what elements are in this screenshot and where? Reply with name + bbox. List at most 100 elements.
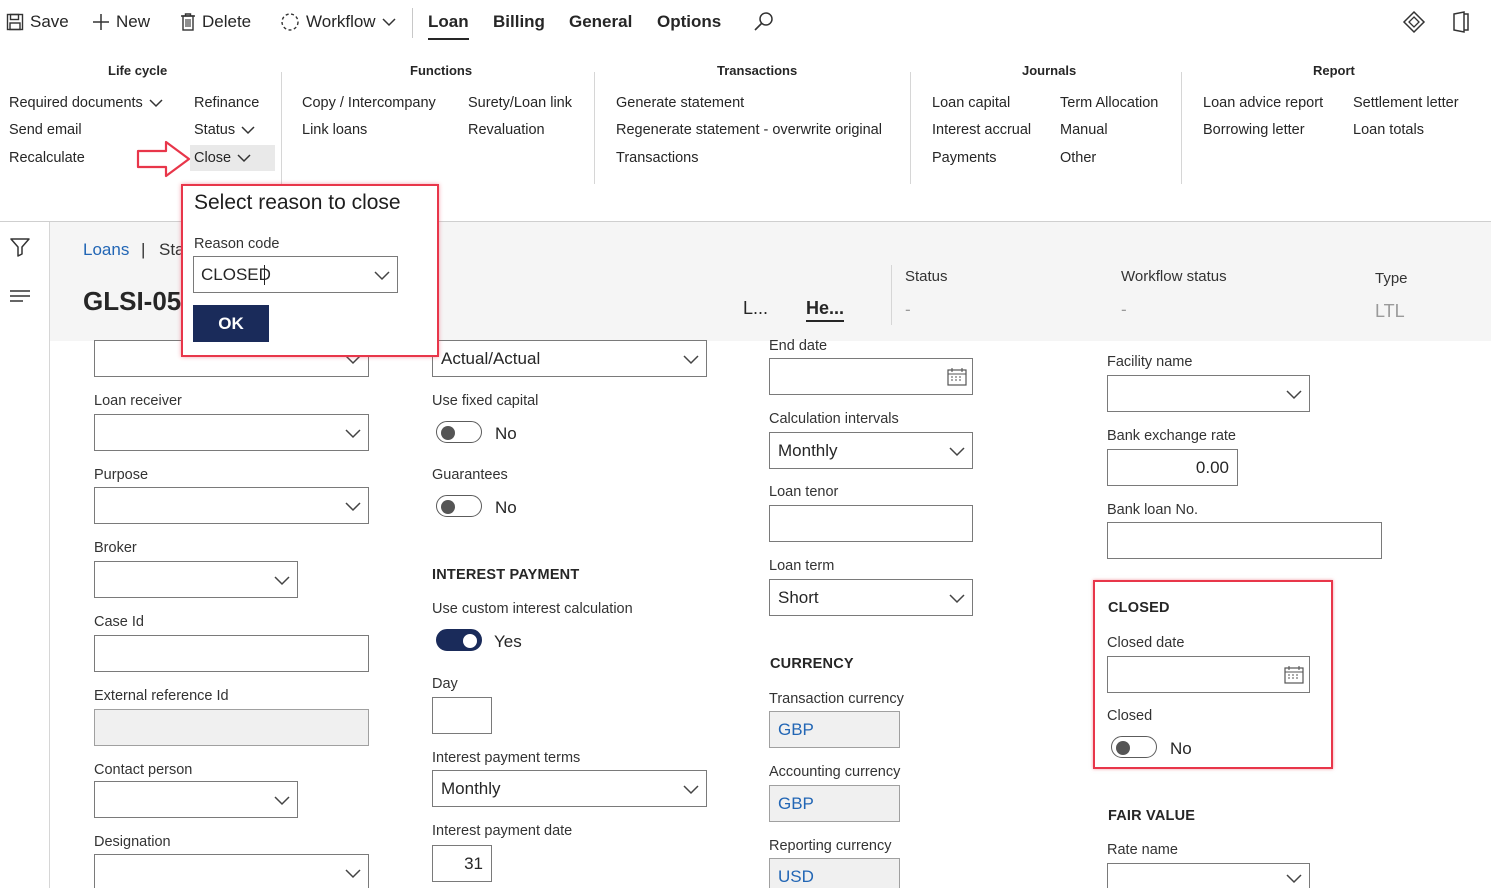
- payments-button[interactable]: Payments: [932, 150, 996, 166]
- tab-l[interactable]: L...: [743, 298, 768, 319]
- broker-label: Broker: [94, 540, 137, 556]
- reason-code-select[interactable]: CLOSED: [193, 256, 398, 293]
- arrow-annotation-icon: [136, 139, 192, 179]
- calculation-intervals-value: Monthly: [778, 441, 838, 460]
- use-custom-interest-label: Use custom interest calculation: [432, 601, 633, 617]
- interest-payment-date-value: 31: [464, 854, 483, 873]
- ok-label: OK: [218, 313, 244, 333]
- new-label: New: [116, 12, 151, 31]
- link-loans-button[interactable]: Link loans: [302, 122, 367, 138]
- workflow-label: Workflow: [306, 12, 376, 31]
- copy-intercompany-button[interactable]: Copy / Intercompany: [302, 95, 436, 111]
- accounting-currency-input: GBP: [769, 785, 900, 822]
- regenerate-statement-button[interactable]: Regenerate statement - overwrite origina…: [616, 122, 882, 138]
- page-title: GLSI-05: [83, 286, 182, 316]
- loan-term-select[interactable]: Short: [769, 579, 973, 616]
- refinance-button[interactable]: Refinance: [194, 95, 259, 111]
- ribbon-divider: [910, 72, 911, 184]
- borrowing-letter-button[interactable]: Borrowing letter: [1203, 122, 1305, 138]
- manual-button[interactable]: Manual: [1060, 122, 1108, 138]
- loan-advice-report-button[interactable]: Loan advice report: [1203, 95, 1323, 111]
- save-label: Save: [30, 12, 69, 31]
- interest-accrual-button[interactable]: Interest accrual: [932, 122, 1031, 138]
- loan-tenor-input[interactable]: [769, 505, 973, 542]
- external-reference-label: External reference Id: [94, 688, 229, 704]
- fair-value-heading: FAIR VALUE: [1108, 808, 1196, 824]
- use-custom-interest-toggle[interactable]: [436, 629, 482, 651]
- type-value: LTL: [1375, 301, 1405, 321]
- chevron-down-icon: [948, 589, 966, 607]
- use-fixed-capital-value: No: [495, 424, 517, 443]
- loan-capital-button[interactable]: Loan capital: [932, 95, 1010, 111]
- interest-payment-date-input[interactable]: 31: [432, 845, 492, 882]
- chevron-down-icon: [948, 442, 966, 460]
- surety-loan-link-button[interactable]: Surety/Loan link: [468, 95, 572, 111]
- tab-loan[interactable]: Loan: [428, 0, 469, 44]
- chevron-down-icon: [382, 17, 396, 27]
- other-button[interactable]: Other: [1060, 150, 1096, 166]
- bank-loan-no-input[interactable]: [1107, 522, 1382, 559]
- breadcrumb-loans-link[interactable]: Loans: [83, 240, 129, 260]
- interest-payment-heading: INTEREST PAYMENT: [432, 567, 580, 583]
- closed-toggle[interactable]: [1111, 736, 1157, 758]
- calendar-icon[interactable]: [946, 367, 968, 387]
- end-date-input[interactable]: [769, 358, 973, 395]
- tab-billing[interactable]: Billing: [493, 0, 545, 44]
- close-button[interactable]: Close: [194, 150, 251, 166]
- interest-payment-terms-select[interactable]: Monthly: [432, 770, 707, 807]
- delete-label: Delete: [202, 12, 252, 31]
- closed-value: No: [1170, 739, 1192, 758]
- recalculate-button[interactable]: Recalculate: [9, 150, 85, 166]
- ribbon-divider: [594, 72, 595, 184]
- closed-date-input[interactable]: [1107, 656, 1310, 693]
- chevron-down-icon: [682, 350, 700, 368]
- filter-icon[interactable]: [10, 237, 30, 257]
- loan-receiver-select[interactable]: [94, 414, 369, 451]
- search-icon[interactable]: [753, 11, 775, 33]
- workflow-status-value: -: [1121, 300, 1127, 319]
- facility-name-select[interactable]: [1107, 375, 1310, 412]
- tab-general[interactable]: General: [569, 0, 632, 44]
- delete-button[interactable]: Delete: [180, 0, 251, 44]
- power-apps-icon[interactable]: [1402, 10, 1426, 34]
- broker-select[interactable]: [94, 561, 298, 598]
- office-icon[interactable]: [1450, 10, 1472, 34]
- calculation-intervals-select[interactable]: Monthly: [769, 432, 973, 469]
- settlement-letter-button[interactable]: Settlement letter: [1353, 95, 1459, 111]
- calculation-intervals-label: Calculation intervals: [769, 411, 899, 427]
- transactions-button[interactable]: Transactions: [616, 150, 698, 166]
- chevron-down-icon: [373, 266, 391, 284]
- loan-term-label: Loan term: [769, 558, 835, 574]
- tab-options[interactable]: Options: [657, 0, 721, 44]
- save-button[interactable]: Save: [6, 0, 69, 44]
- menu-icon[interactable]: [9, 289, 31, 303]
- status-button[interactable]: Status: [194, 122, 255, 138]
- bank-loan-no-label: Bank loan No.: [1107, 502, 1199, 518]
- send-email-button[interactable]: Send email: [9, 122, 82, 138]
- day-input[interactable]: [432, 697, 492, 734]
- workflow-button[interactable]: Workflow: [280, 0, 396, 44]
- guarantees-toggle[interactable]: [436, 495, 482, 517]
- calendar-icon[interactable]: [1283, 665, 1305, 685]
- loan-totals-button[interactable]: Loan totals: [1353, 122, 1424, 138]
- new-button[interactable]: New: [92, 0, 150, 44]
- designation-select[interactable]: [94, 854, 369, 888]
- contact-person-label: Contact person: [94, 762, 193, 778]
- reason-code-value: CLOSED: [201, 265, 271, 284]
- case-id-input[interactable]: [94, 635, 369, 672]
- workflow-status-label: Workflow status: [1121, 268, 1227, 285]
- use-custom-interest-value: Yes: [494, 632, 522, 651]
- bank-exchange-rate-label: Bank exchange rate: [1107, 428, 1236, 444]
- term-allocation-button[interactable]: Term Allocation: [1060, 95, 1158, 111]
- tab-header[interactable]: He...: [806, 298, 845, 322]
- bank-exchange-rate-input[interactable]: 0.00: [1107, 449, 1238, 486]
- revaluation-button[interactable]: Revaluation: [468, 122, 545, 138]
- required-documents-button[interactable]: Required documents: [9, 95, 163, 111]
- ok-button[interactable]: OK: [193, 305, 269, 342]
- rate-name-select[interactable]: [1107, 863, 1310, 888]
- purpose-select[interactable]: [94, 487, 369, 524]
- generate-statement-button[interactable]: Generate statement: [616, 95, 744, 111]
- use-fixed-capital-toggle[interactable]: [436, 421, 482, 443]
- contact-person-select[interactable]: [94, 781, 298, 818]
- day-count-select[interactable]: Actual/Actual: [432, 340, 707, 377]
